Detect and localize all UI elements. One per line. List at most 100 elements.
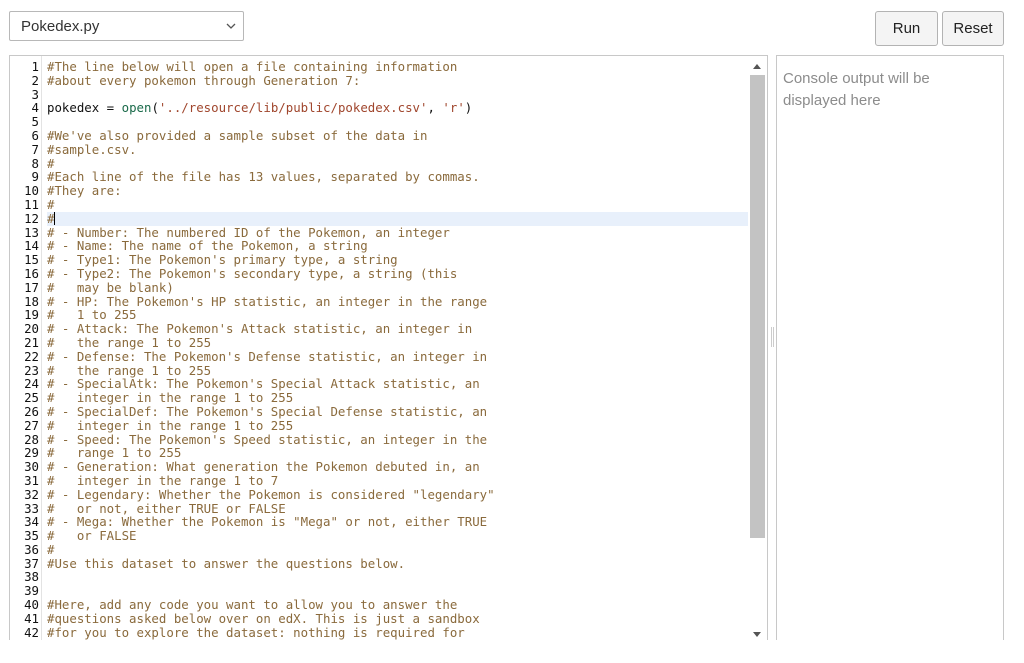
code-token: #They are: [47,183,122,199]
code-token: # [47,541,55,557]
code-line[interactable]: 2 #about every pokemon through Generation… [10,72,748,88]
code-token: #sample.csv. [47,141,137,157]
run-button[interactable]: Run [875,11,938,46]
code-line[interactable]: 14 # - Name: The name of the Pokemon, a s… [10,239,748,253]
line-number: 21 [24,334,39,350]
line-number: 26 [24,403,39,419]
file-select-dropdown[interactable]: Pokedex.py [9,11,244,41]
code-line[interactable]: 12 # [10,210,748,226]
code-editor[interactable]: 1 #The line below will open a file contai… [9,55,768,640]
line-number: 35 [24,528,39,544]
code-token: ( [151,100,159,116]
code-line[interactable]: 26 # - SpecialDef: The Pokemon's Special … [10,405,748,419]
code-token: pokedex = [47,100,122,116]
code-line[interactable]: 19 # 1 to 255 [10,308,748,322]
code-line[interactable]: 33 # or not, either TRUE or FALSE [10,500,748,516]
code-line[interactable]: 8 # [10,155,748,171]
code-line[interactable]: 7 #sample.csv. [10,141,748,157]
code-line[interactable]: 3 [10,87,748,102]
code-line[interactable]: 32 # - Legendary: Whether the Pokemon is … [10,486,748,502]
code-token: '../resource/lib/public/pokedex.csv' [158,100,428,116]
code-token: # - Speed: The Pokemon's Speed statistic… [47,431,488,447]
code-line[interactable]: 38 [10,570,748,584]
code-line[interactable]: 17 # may be blank) [10,279,748,295]
code-text: # [47,198,748,212]
line-number: 15 [24,252,39,268]
code-text: #The line below will open a file contain… [47,60,748,74]
code-line[interactable]: 13 # - Number: The numbered ID of the Pok… [10,225,748,240]
pane-resize-handle[interactable] [771,327,774,347]
code-token: #questions asked below over on edX. This… [47,610,480,626]
code-line[interactable]: 21 # the range 1 to 255 [10,336,748,350]
code-token: # - Type1: The Pokemon's primary type, a… [47,252,398,268]
code-line[interactable]: 15 # - Type1: The Pokemon's primary type,… [10,253,748,267]
code-token: # - Generation: What generation the Poke… [47,459,480,475]
code-line[interactable]: 37 #Use this dataset to answer the questi… [10,555,748,571]
code-line[interactable]: 20 # - Attack: The Pokemon's Attack stati… [10,322,748,336]
code-text: # - Mega: Whether the Pokemon is "Mega" … [47,515,748,529]
code-line[interactable]: 35 # or FALSE [10,529,748,543]
code-line[interactable]: 16 # - Type2: The Pokemon's secondary typ… [10,267,748,281]
code-token: #The line below will open a file contain… [47,59,458,74]
code-token: # or not, either TRUE or FALSE [47,500,286,516]
code-line[interactable]: 10 #They are: [10,184,748,198]
code-text: # [47,156,748,171]
code-line[interactable]: 28 # - Speed: The Pokemon's Speed statist… [10,431,748,447]
line-number: 19 [24,307,39,323]
code-text: # - Defense: The Pokemon's Defense stati… [47,349,748,364]
line-number: 2 [31,72,39,88]
code-line[interactable]: 6 #We've also provided a sample subset of… [10,129,748,143]
code-line[interactable]: 40 #Here, add any code you want to allow … [10,598,748,612]
code-line[interactable]: 22 # - Defense: The Pokemon's Defense sta… [10,349,748,364]
code-line[interactable]: 24 # - SpecialAtk: The Pokemon's Special … [10,377,748,391]
code-token: # [47,196,55,212]
scroll-down-arrow-icon[interactable] [753,632,761,637]
line-number: 4 [31,100,39,116]
code-line[interactable]: 1 #The line below will open a file contai… [10,60,748,74]
code-token: #Here, add any code you want to allow yo… [47,597,458,613]
code-line[interactable]: 18 # - HP: The Pokemon's HP statistic, an… [10,293,748,309]
code-token: # or FALSE [47,528,137,544]
code-line[interactable]: 31 # integer in the range 1 to 7 [10,474,748,488]
code-line[interactable]: 25 # integer in the range 1 to 255 [10,391,748,405]
code-line[interactable]: 9 #Each line of the file has 13 values, s… [10,170,748,184]
code-line[interactable]: 4 pokedex = open('../resource/lib/public/… [10,101,748,115]
code-token: # - SpecialDef: The Pokemon's Special De… [47,403,488,419]
line-number: 8 [31,155,39,171]
code-token: # - HP: The Pokemon's HP statistic, an i… [47,293,488,309]
line-number: 34 [24,514,39,530]
chevron-down-icon [226,23,236,29]
code-line[interactable]: 41 #questions asked below over on edX. Th… [10,610,748,626]
code-line[interactable]: 42 #for you to explore the dataset: nothi… [10,625,748,640]
line-number: 18 [24,293,39,309]
code-lines[interactable]: 1 #The line below will open a file contai… [10,60,748,639]
code-line[interactable]: 5 [10,115,748,129]
code-token: # - Attack: The Pokemon's Attack statist… [47,321,473,337]
reset-button[interactable]: Reset [942,11,1004,46]
code-line[interactable]: 29 # range 1 to 255 [10,446,748,460]
editor-scrollbar[interactable] [748,56,766,640]
scroll-up-arrow-icon[interactable] [753,64,761,69]
code-line[interactable]: 23 # the range 1 to 255 [10,363,748,378]
code-line[interactable]: 36 # [10,541,748,557]
code-text: # 1 to 255 [47,308,748,322]
line-number: 32 [24,486,39,502]
code-line[interactable]: 39 [10,584,748,598]
line-number: 38 [24,569,39,585]
line-number: 12 [24,210,39,226]
code-line[interactable]: 30 # - Generation: What generation the Po… [10,460,748,474]
code-line[interactable]: 11 # [10,198,748,212]
code-text: # - SpecialDef: The Pokemon's Special De… [47,405,748,419]
code-line[interactable]: 27 # integer in the range 1 to 255 [10,418,748,433]
code-token: #Use this dataset to answer the question… [47,555,406,571]
code-text: #about every pokemon through Generation … [47,73,748,88]
code-token: , [427,100,443,116]
scrollbar-thumb[interactable] [750,75,765,538]
code-text: # range 1 to 255 [47,446,748,460]
code-token: # integer in the range 1 to 7 [47,472,279,488]
code-line[interactable]: 34 # - Mega: Whether the Pokemon is "Mega… [10,515,748,529]
code-token: ) [464,100,473,116]
code-text: # - Legendary: Whether the Pokemon is co… [47,487,748,502]
code-token: # may be blank) [47,279,174,295]
